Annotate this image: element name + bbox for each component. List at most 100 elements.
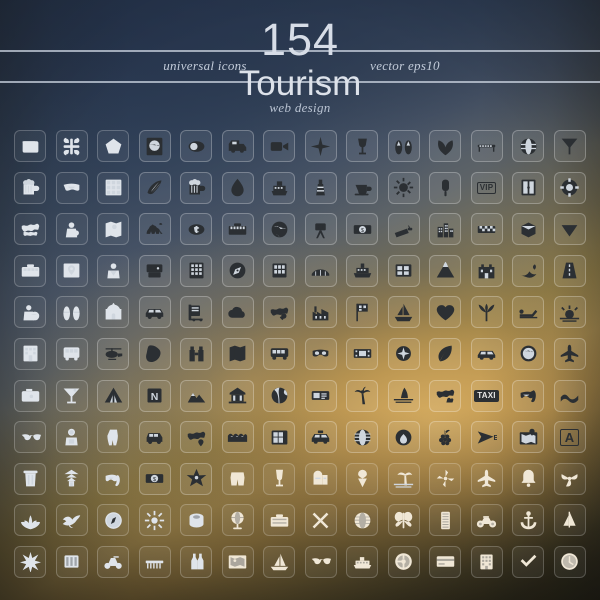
hotel-building-icon[interactable] — [14, 337, 46, 370]
bench-icon[interactable] — [470, 130, 503, 162]
flame-leaf-icon[interactable] — [221, 171, 254, 204]
cigarette-icon[interactable] — [387, 213, 420, 246]
sailboat-2-icon[interactable] — [387, 296, 420, 329]
castle-icon[interactable] — [470, 254, 503, 287]
paper-plane-icon[interactable]: E — [470, 421, 503, 454]
bikini-bottom-icon[interactable] — [553, 213, 586, 246]
north-sign-icon[interactable]: N — [138, 379, 171, 412]
photo-camera-icon[interactable] — [14, 379, 46, 412]
credit-card-icon[interactable] — [429, 545, 461, 578]
globe-card-icon[interactable] — [138, 130, 171, 162]
cruise-ship-icon[interactable] — [263, 171, 295, 204]
globe-circle-icon[interactable] — [512, 337, 544, 370]
tent-icon[interactable] — [97, 379, 129, 412]
leaf-icon[interactable] — [429, 337, 461, 370]
mosque-icon[interactable] — [97, 296, 129, 329]
compass-icon[interactable] — [221, 254, 254, 287]
tripod-camera-icon[interactable] — [304, 213, 337, 246]
taxi-check-icon[interactable] — [470, 213, 503, 246]
crate-stack-icon[interactable] — [512, 213, 544, 246]
eclipse-icon[interactable] — [180, 130, 212, 162]
wallet-icon[interactable] — [14, 130, 46, 162]
diver-icon[interactable] — [55, 421, 88, 454]
ferry-boat-icon[interactable] — [346, 545, 378, 578]
road-icon[interactable] — [553, 254, 586, 287]
traveler-globe-icon[interactable] — [14, 296, 46, 329]
heart-icon[interactable] — [429, 296, 461, 329]
hotel-door-icon[interactable] — [512, 171, 544, 204]
seashell-icon[interactable] — [138, 171, 171, 204]
film-strip-icon[interactable] — [346, 337, 378, 370]
flip-flops-icon[interactable] — [387, 130, 420, 162]
video-camera-icon[interactable] — [263, 130, 295, 162]
compass-rose-icon[interactable] — [304, 130, 337, 162]
window-icon[interactable] — [387, 254, 420, 287]
flag-marker-icon[interactable] — [346, 296, 378, 329]
plane-2-icon[interactable] — [470, 462, 503, 495]
windmill-icon[interactable] — [429, 462, 461, 495]
safari-map-icon[interactable] — [429, 379, 461, 412]
dollar-note-icon[interactable]: $ — [138, 462, 171, 495]
tourist-icon[interactable] — [97, 254, 129, 287]
car-icon[interactable] — [138, 296, 171, 329]
coffee-cup-icon[interactable] — [346, 171, 378, 204]
dominoes-icon[interactable] — [55, 545, 88, 578]
whale-tail-icon[interactable] — [512, 254, 544, 287]
bus-icon[interactable] — [55, 337, 88, 370]
binoculars-icon[interactable] — [180, 337, 212, 370]
ticket-icon[interactable] — [304, 379, 337, 412]
scooter-icon[interactable] — [97, 545, 129, 578]
suv-icon[interactable] — [138, 421, 171, 454]
a-sign-icon[interactable]: A — [553, 421, 586, 454]
tour-bus-icon[interactable] — [263, 337, 295, 370]
sunrise-icon[interactable] — [553, 296, 586, 329]
champagne-glass-icon[interactable] — [263, 462, 295, 495]
palm-tree-icon[interactable] — [346, 379, 378, 412]
minibar-icon[interactable] — [263, 421, 295, 454]
bell-icon[interactable] — [512, 462, 544, 495]
sun-lounger-icon[interactable] — [512, 296, 544, 329]
factory-icon[interactable] — [304, 296, 337, 329]
cross-icon[interactable] — [304, 504, 337, 537]
helicopter-icon[interactable] — [97, 337, 129, 370]
earth-globe-icon[interactable] — [263, 213, 295, 246]
wine-glass-icon[interactable] — [346, 130, 378, 162]
hotel-window-icon[interactable] — [263, 254, 295, 287]
beer-mug-icon[interactable] — [14, 171, 46, 204]
sushi-icon[interactable] — [180, 504, 212, 537]
folded-map-icon[interactable] — [97, 213, 129, 246]
ticket-strip-icon[interactable] — [429, 504, 461, 537]
map-pin-icon[interactable] — [55, 254, 88, 287]
luggage-tag-icon[interactable] — [55, 130, 88, 162]
waves-icon[interactable] — [221, 421, 254, 454]
life-ring-icon[interactable] — [553, 171, 586, 204]
city-skyline-icon[interactable] — [429, 213, 461, 246]
mailbox-icon[interactable] — [304, 462, 337, 495]
camper-van-icon[interactable] — [221, 130, 254, 162]
slippers-icon[interactable] — [55, 296, 88, 329]
volcano-icon[interactable] — [429, 254, 461, 287]
ice-cream-cone-icon[interactable] — [346, 462, 378, 495]
lotus-icon[interactable] — [14, 504, 46, 537]
leaf-pair-icon[interactable] — [429, 130, 461, 162]
sailboat-3-icon[interactable] — [553, 504, 586, 537]
vip-badge-icon[interactable]: VIP — [470, 171, 503, 204]
beach-ball-icon[interactable] — [263, 379, 295, 412]
location-map-icon[interactable] — [512, 421, 544, 454]
instant-camera-icon[interactable] — [138, 254, 171, 287]
wave-icon[interactable] — [553, 379, 586, 412]
taxi-sign-icon[interactable]: TAXI — [470, 379, 503, 412]
snorkel-icon[interactable] — [512, 379, 544, 412]
trash-bin-icon[interactable] — [14, 462, 46, 495]
pagoda-icon[interactable] — [55, 462, 88, 495]
camel-icon[interactable] — [138, 213, 171, 246]
banknote-icon[interactable]: $ — [346, 213, 378, 246]
motorcycle-icon[interactable] — [470, 504, 503, 537]
road-map-icon[interactable] — [221, 337, 254, 370]
check-mark-icon[interactable] — [512, 545, 544, 578]
sailboat-4-icon[interactable] — [263, 545, 295, 578]
dolphin-icon[interactable] — [55, 504, 88, 537]
world-pin-icon[interactable] — [180, 421, 212, 454]
grapes-icon[interactable] — [429, 421, 461, 454]
compass-star-icon[interactable] — [387, 337, 420, 370]
